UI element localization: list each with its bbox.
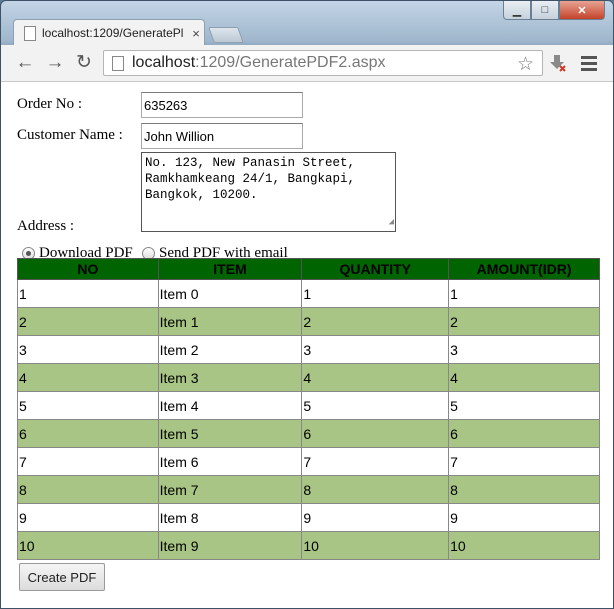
table-row: 7 Item 677	[17, 447, 600, 476]
tab-title: localhost:1209/GeneratePl	[42, 26, 184, 40]
table-row: 8 Item 788	[17, 475, 600, 504]
table-cell: 4	[17, 363, 159, 392]
table-cell: 9	[301, 503, 450, 532]
table-cell: 10	[301, 531, 450, 560]
resize-grip-icon[interactable]: ◢	[389, 214, 394, 230]
table-cell: Item 2	[157, 335, 303, 364]
browser-toolbar: ← → ↻ localhost:1209/GeneratePDF2.aspx ☆	[1, 45, 613, 82]
forward-icon[interactable]: →	[45, 53, 65, 73]
table-row: 5 Item 455	[17, 391, 600, 420]
table-cell: 2	[448, 307, 600, 336]
browser-tab[interactable]: localhost:1209/GeneratePl ×	[13, 19, 205, 46]
column-header: AMOUNT(IDR)	[448, 258, 600, 280]
table-header-row: NO ITEM QUANTITY AMOUNT(IDR)	[17, 258, 600, 280]
address-textarea[interactable]: No. 123, New Panasin Street, Ramkhamkean…	[141, 152, 396, 232]
table-cell: 8	[448, 475, 600, 504]
customer-name-label: Customer Name :	[17, 127, 123, 143]
table-row: 3 Item 233	[17, 335, 600, 364]
table-cell: Item 4	[157, 391, 303, 420]
window-controls: ▁ □ ✕	[503, 1, 605, 21]
items-table: NO ITEM QUANTITY AMOUNT(IDR) 1 Item 011 2…	[17, 258, 600, 560]
table-cell: 6	[448, 419, 600, 448]
page-icon	[24, 25, 36, 41]
table-cell: 4	[301, 363, 450, 392]
table-cell: Item 0	[157, 279, 303, 308]
table-row: 9 Item 899	[17, 503, 600, 532]
reload-icon[interactable]: ↻	[74, 53, 94, 73]
menu-icon[interactable]	[581, 56, 597, 74]
close-window-icon[interactable]: ✕	[559, 1, 605, 20]
table-cell: 6	[17, 419, 159, 448]
table-row: 2 Item 122	[17, 307, 600, 336]
table-cell: 8	[301, 475, 450, 504]
download-extension-icon[interactable]	[549, 54, 567, 72]
column-header: NO	[17, 258, 159, 280]
table-cell: Item 9	[157, 531, 303, 560]
table-cell: 1	[17, 279, 159, 308]
table-cell: 9	[17, 503, 159, 532]
table-cell: 7	[301, 447, 450, 476]
table-cell: 7	[17, 447, 159, 476]
table-cell: 1	[448, 279, 600, 308]
table-cell: 3	[17, 335, 159, 364]
url-path: :1209/GeneratePDF2.aspx	[195, 54, 386, 71]
order-no-label: Order No :	[17, 96, 82, 112]
table-cell: 8	[17, 475, 159, 504]
table-cell: 2	[301, 307, 450, 336]
table-cell: Item 6	[157, 447, 303, 476]
table-row: 6 Item 566	[17, 419, 600, 448]
table-cell: 5	[448, 391, 600, 420]
order-no-input[interactable]	[141, 92, 303, 118]
table-cell: Item 3	[157, 363, 303, 392]
table-cell: Item 8	[157, 503, 303, 532]
table-cell: 5	[301, 391, 450, 420]
bookmark-star-icon[interactable]: ☆	[517, 53, 534, 76]
table-cell: Item 5	[157, 419, 303, 448]
table-row: 1 Item 011	[17, 279, 600, 308]
page-icon	[112, 55, 124, 71]
table-cell: 3	[301, 335, 450, 364]
browser-window: ▁ □ ✕ localhost:1209/GeneratePl × ← → ↻ …	[0, 0, 614, 609]
table-cell: 10	[17, 531, 159, 560]
table-row: 4 Item 344	[17, 363, 600, 392]
minimize-icon[interactable]: ▁	[503, 1, 531, 20]
table-cell: 1	[301, 279, 450, 308]
table-cell: 6	[301, 419, 450, 448]
back-icon[interactable]: ←	[15, 53, 35, 73]
table-row: 10 Item 9 10 10	[17, 531, 600, 560]
new-tab-button[interactable]	[208, 27, 244, 43]
table-cell: 4	[448, 363, 600, 392]
maximize-icon[interactable]: □	[531, 1, 559, 20]
address-text: No. 123, New Panasin Street, Ramkhamkean…	[145, 156, 356, 202]
page-content: Order No : Customer Name : No. 123, New …	[1, 82, 613, 608]
tab-close-icon[interactable]: ×	[188, 26, 204, 41]
create-pdf-button[interactable]: Create PDF	[19, 563, 105, 591]
table-cell: 3	[448, 335, 600, 364]
customer-name-input[interactable]	[141, 123, 303, 149]
url-host: localhost	[132, 54, 196, 71]
column-header: QUANTITY	[301, 258, 450, 280]
table-cell: 5	[17, 391, 159, 420]
table-cell: Item 1	[157, 307, 303, 336]
table-cell: 7	[448, 447, 600, 476]
table-cell: 2	[17, 307, 159, 336]
column-header: ITEM	[157, 258, 303, 280]
address-label: Address :	[17, 218, 75, 234]
table-cell: 9	[448, 503, 600, 532]
address-bar[interactable]: localhost:1209/GeneratePDF2.aspx ☆	[103, 50, 543, 76]
table-cell: 10	[448, 531, 600, 560]
table-cell: Item 7	[157, 475, 303, 504]
